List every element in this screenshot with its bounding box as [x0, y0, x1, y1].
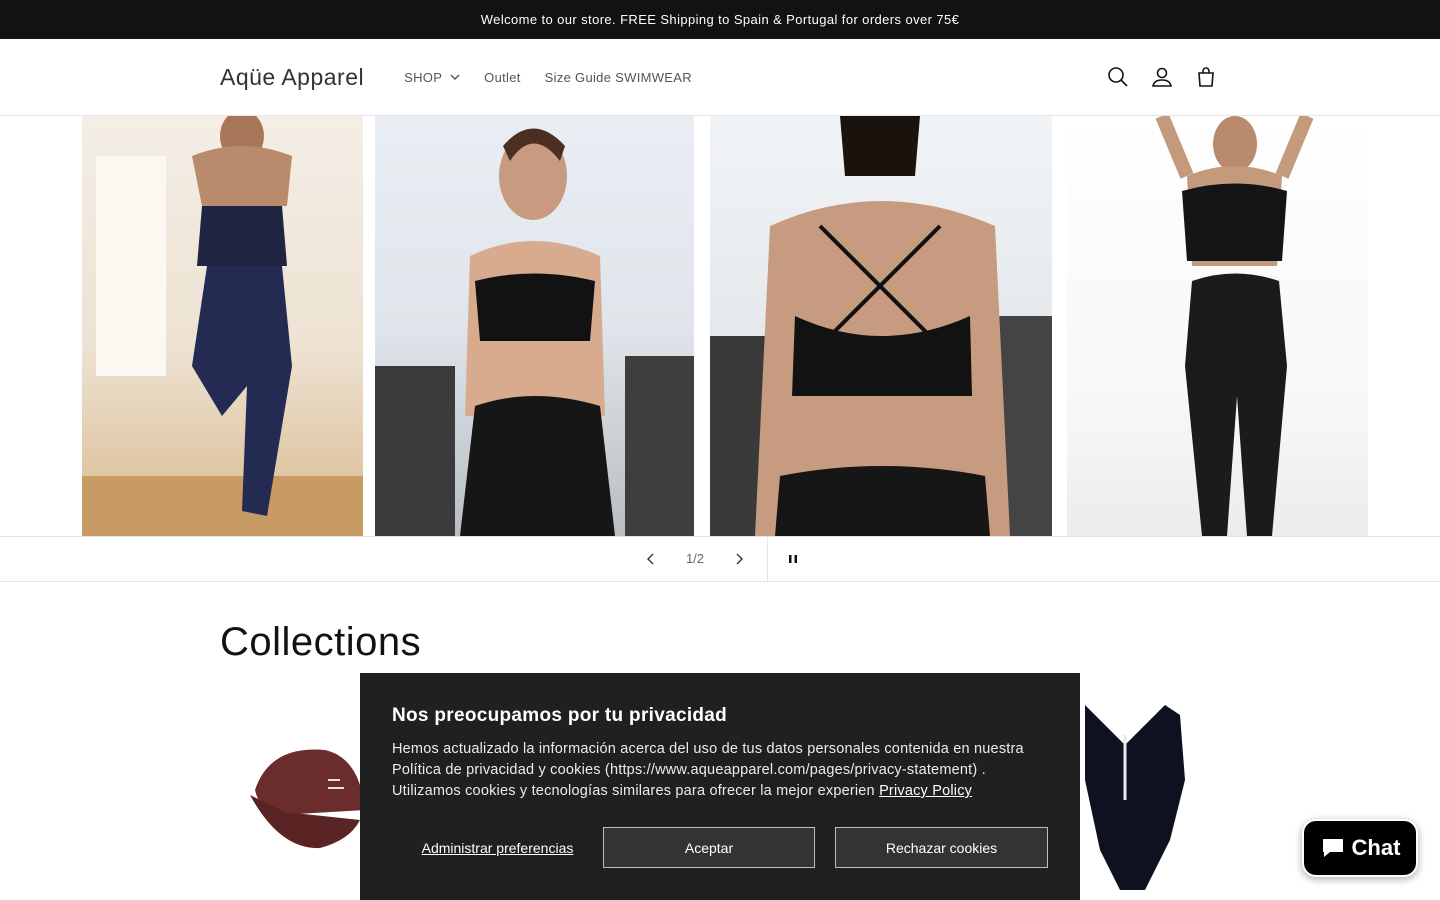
- chat-button[interactable]: Chat: [1302, 819, 1418, 877]
- slideshow-controls: 1/2: [0, 536, 1440, 582]
- nav-item-label: SHOP: [404, 69, 443, 85]
- manage-preferences-link[interactable]: Administrar preferencias: [392, 840, 603, 856]
- chat-label: Chat: [1351, 835, 1401, 860]
- model-figure: [375, 128, 694, 536]
- main-nav: SHOP Outlet Size Guide SWIMWEAR: [404, 70, 704, 85]
- model-figure: [82, 116, 363, 536]
- privacy-policy-link[interactable]: Privacy Policy: [879, 783, 972, 799]
- chevron-right-icon: [736, 553, 743, 565]
- cookie-actions: Administrar preferencias Aceptar Rechaza…: [392, 827, 1048, 868]
- nav-item-size-guide[interactable]: Size Guide SWIMWEAR: [533, 70, 704, 85]
- collection-card-swimwear[interactable]: [1060, 700, 1200, 900]
- pause-slideshow-button[interactable]: [780, 537, 806, 581]
- collections-heading: Collections: [220, 620, 422, 664]
- nav-item-shop[interactable]: SHOP: [404, 70, 472, 85]
- store-logo[interactable]: Aqüe Apparel: [220, 64, 364, 91]
- search-icon[interactable]: [1104, 63, 1132, 91]
- chevron-left-icon: [647, 553, 654, 565]
- slide-image-cross-back: [710, 116, 1052, 536]
- chevron-down-icon: [450, 74, 460, 80]
- swimsuit-image: [1085, 705, 1185, 890]
- hero-slideshow: [0, 116, 1440, 536]
- controls-divider: [767, 537, 768, 581]
- pause-icon: [789, 555, 797, 563]
- chat-bubble-icon: [1322, 839, 1343, 857]
- slide-counter: 1/2: [685, 551, 705, 566]
- slide-image-crop-top: [1067, 116, 1368, 536]
- announcement-text: Welcome to our store. FREE Shipping to S…: [480, 12, 960, 27]
- collection-card-caps[interactable]: [240, 700, 370, 900]
- site-header: Aqüe Apparel SHOP Outlet Size Guide SWIM…: [0, 39, 1440, 116]
- next-slide-button[interactable]: [724, 537, 754, 581]
- header-icons: [1104, 63, 1220, 91]
- cookie-banner-title: Nos preocupamos por tu privacidad: [392, 705, 728, 726]
- account-icon[interactable]: [1148, 63, 1176, 91]
- nav-item-outlet[interactable]: Outlet: [472, 70, 532, 85]
- model-figure: [1155, 116, 1314, 536]
- previous-slide-button[interactable]: [636, 537, 666, 581]
- reject-cookies-button[interactable]: Rechazar cookies: [835, 827, 1048, 868]
- cookie-banner-body: Hemos actualizado la información acerca …: [392, 739, 1048, 802]
- slide-image-navy-set: [82, 116, 363, 536]
- cap-image: [250, 749, 365, 849]
- model-figure: [710, 116, 1052, 536]
- slide-image-black-front: [375, 116, 694, 536]
- cart-icon[interactable]: [1192, 63, 1220, 91]
- cookie-consent-banner: Nos preocupamos por tu privacidad Hemos …: [360, 673, 1080, 900]
- accept-cookies-button[interactable]: Aceptar: [603, 827, 815, 868]
- announcement-bar: Welcome to our store. FREE Shipping to S…: [0, 0, 1440, 39]
